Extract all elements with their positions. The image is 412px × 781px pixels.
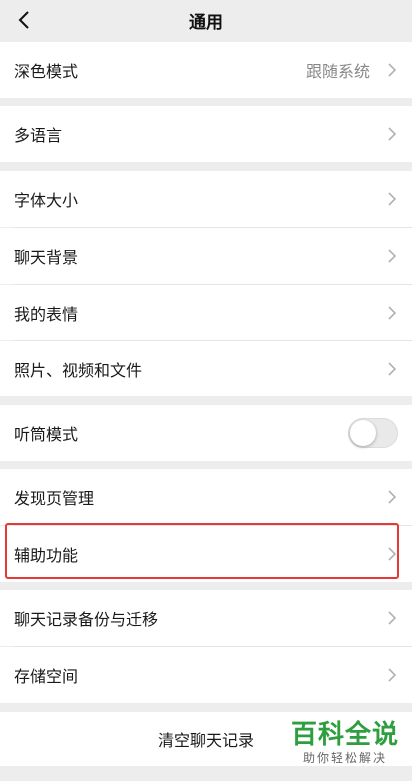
media-files-label: 照片、视频和文件: [14, 360, 143, 380]
chevron-right-icon: [388, 249, 397, 263]
storage-row[interactable]: 存储空间: [0, 647, 412, 703]
earpiece-mode-toggle[interactable]: [348, 418, 398, 448]
chevron-right-icon: [388, 305, 397, 320]
watermark-logo: 百科全说 助你轻松解决: [282, 720, 408, 772]
chevron-right-icon: [388, 127, 397, 141]
chevron-right-icon: [388, 668, 397, 682]
chat-background-row[interactable]: 聊天背景: [0, 228, 412, 284]
nav-bar: 通用: [0, 0, 412, 40]
watermark-title: 百科全说: [290, 720, 399, 750]
dark-mode-value: 跟随系统: [305, 62, 370, 81]
chevron-right-icon: [388, 63, 397, 77]
discover-management-label: 发现页管理: [14, 489, 95, 508]
chat-backup-row[interactable]: 聊天记录备份与迁移: [0, 590, 412, 646]
back-button[interactable]: [10, 6, 38, 34]
toggle-knob: [350, 420, 376, 446]
chevron-right-icon: [388, 611, 397, 625]
page-title: 通用: [189, 12, 223, 33]
dark-mode-label: 深色模式: [14, 62, 79, 81]
my-stickers-row[interactable]: 我的表情: [0, 285, 412, 340]
media-files-row[interactable]: 照片、视频和文件: [0, 341, 412, 396]
storage-label: 存储空间: [14, 667, 79, 686]
chat-background-label: 聊天背景: [14, 248, 79, 267]
watermark-subtitle: 助你轻松解决: [302, 751, 387, 765]
font-size-row[interactable]: 字体大小: [0, 171, 412, 227]
chevron-right-icon: [388, 547, 397, 561]
earpiece-mode-row: 听筒模式: [0, 405, 412, 461]
chevron-right-icon: [388, 361, 397, 376]
discover-management-row[interactable]: 发现页管理: [0, 469, 412, 525]
accessibility-row[interactable]: 辅助功能: [0, 526, 412, 582]
language-row[interactable]: 多语言: [0, 106, 412, 162]
language-label: 多语言: [14, 126, 63, 145]
accessibility-label: 辅助功能: [14, 546, 79, 565]
chat-backup-label: 聊天记录备份与迁移: [14, 610, 159, 629]
earpiece-mode-label: 听筒模式: [14, 425, 79, 444]
my-stickers-label: 我的表情: [14, 304, 79, 324]
clear-history-label: 清空聊天记录: [157, 731, 254, 750]
font-size-label: 字体大小: [14, 191, 79, 210]
chevron-right-icon: [388, 192, 397, 206]
back-chevron-icon: [18, 11, 29, 29]
chevron-right-icon: [388, 490, 397, 504]
dark-mode-row[interactable]: 深色模式 跟随系统: [0, 42, 412, 98]
